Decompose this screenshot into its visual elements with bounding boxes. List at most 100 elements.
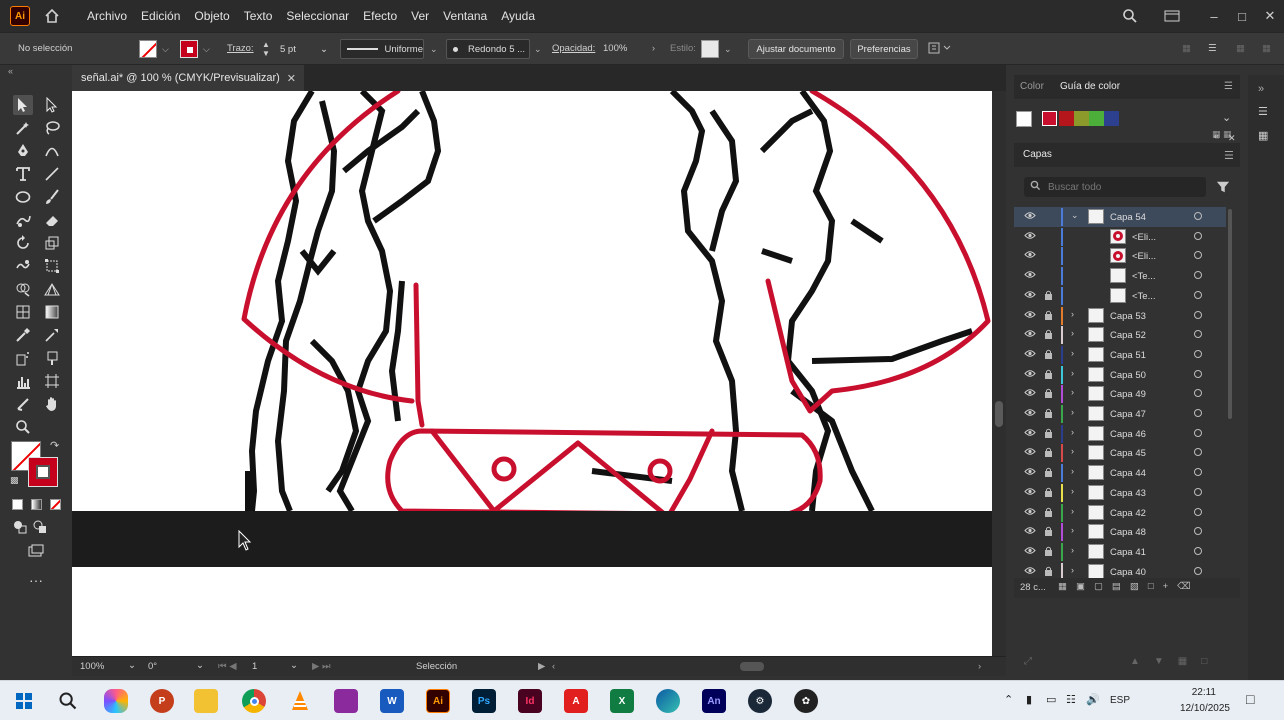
target-icon[interactable] bbox=[1194, 369, 1202, 378]
stroke-label[interactable]: Trazo: bbox=[227, 43, 254, 54]
libraries-icon[interactable]: ▦ bbox=[1258, 129, 1268, 142]
lock-icon[interactable] bbox=[1044, 349, 1053, 362]
visibility-eye-icon[interactable] bbox=[1024, 329, 1036, 341]
target-icon[interactable] bbox=[1194, 428, 1202, 437]
close-panel-icon[interactable]: ✕ bbox=[1228, 133, 1236, 144]
rotation-value[interactable]: 0° bbox=[148, 661, 157, 672]
target-icon[interactable] bbox=[1194, 389, 1202, 398]
gradient-tool-icon[interactable] bbox=[42, 302, 62, 322]
visibility-eye-icon[interactable] bbox=[1024, 447, 1036, 459]
graphic-style-swatch[interactable] bbox=[701, 40, 719, 58]
chevron-right-icon[interactable]: › bbox=[1071, 387, 1074, 397]
chevron-right-icon[interactable]: › bbox=[1071, 446, 1074, 456]
document-setup-button[interactable]: Ajustar documento bbox=[748, 39, 844, 59]
chevron-right-icon[interactable]: › bbox=[1071, 368, 1074, 378]
home-icon[interactable] bbox=[42, 6, 62, 26]
maximize-icon[interactable]: □ bbox=[1228, 4, 1256, 28]
target-icon[interactable] bbox=[1194, 212, 1202, 220]
properties-icon[interactable]: ☰ bbox=[1258, 105, 1268, 118]
edge-icon[interactable] bbox=[656, 689, 680, 713]
panel-icon[interactable]: ☰ bbox=[1208, 43, 1217, 54]
layers-search-input[interactable]: Buscar todo bbox=[1024, 177, 1206, 197]
chevron-down-icon[interactable]: ⌵ bbox=[203, 44, 210, 55]
language-indicator[interactable]: ESP bbox=[1110, 695, 1130, 706]
chevron-down-icon[interactable]: ⌄ bbox=[196, 660, 204, 671]
layer-row[interactable]: › Capa 43 bbox=[1014, 483, 1226, 503]
align-icon[interactable]: ▦ bbox=[1182, 43, 1191, 54]
lasso-tool-icon[interactable] bbox=[42, 118, 62, 138]
stroke-color-swatch[interactable] bbox=[28, 457, 58, 487]
guide-swatch[interactable] bbox=[1089, 111, 1104, 126]
davinci-icon[interactable]: ✿ bbox=[794, 689, 818, 713]
chevron-down-icon[interactable]: ⌄ bbox=[724, 44, 732, 55]
visibility-eye-icon[interactable] bbox=[1024, 250, 1036, 262]
target-icon[interactable] bbox=[1194, 349, 1202, 358]
guide-swatch[interactable] bbox=[1059, 111, 1074, 126]
chevron-right-icon[interactable]: › bbox=[1071, 525, 1074, 535]
layer-row[interactable]: › Capa 48 bbox=[1014, 522, 1226, 542]
collapse-toolbar-icon[interactable]: « bbox=[8, 66, 13, 76]
artboard-canvas[interactable] bbox=[72, 91, 992, 656]
chevron-right-icon[interactable]: › bbox=[1071, 565, 1074, 575]
lock-icon[interactable] bbox=[1044, 408, 1053, 421]
opacity-label[interactable]: Opacidad: bbox=[552, 43, 595, 54]
draw-behind-icon[interactable] bbox=[30, 517, 50, 537]
visibility-eye-icon[interactable] bbox=[1024, 349, 1036, 361]
visibility-eye-icon[interactable] bbox=[1024, 270, 1036, 282]
target-icon[interactable] bbox=[1194, 409, 1202, 417]
layer-row[interactable]: › Capa 45 bbox=[1014, 443, 1226, 463]
target-icon[interactable] bbox=[1194, 271, 1202, 280]
expand-icon[interactable]: ⤢ bbox=[1024, 656, 1032, 667]
visibility-eye-icon[interactable] bbox=[1024, 231, 1036, 243]
indesign-icon[interactable]: Id bbox=[518, 689, 542, 713]
slice-tool-icon[interactable] bbox=[13, 394, 33, 414]
file-explorer-icon[interactable] bbox=[194, 689, 218, 713]
menu-efecto[interactable]: Efecto bbox=[356, 9, 404, 23]
sublayer-row[interactable]: <Te... bbox=[1014, 266, 1226, 286]
visibility-eye-icon[interactable] bbox=[1024, 467, 1036, 479]
acrobat-icon[interactable]: A bbox=[564, 689, 588, 713]
status-menu-icon[interactable]: ▶ bbox=[538, 661, 545, 672]
layer-row[interactable]: › Capa 53 bbox=[1014, 306, 1226, 326]
vertical-scrollbar[interactable] bbox=[992, 91, 1006, 656]
stroke-swatch[interactable] bbox=[180, 40, 198, 58]
free-transform-tool-icon[interactable] bbox=[42, 256, 62, 276]
default-colors-icon[interactable]: ▩ bbox=[10, 475, 19, 486]
target-icon[interactable] bbox=[1194, 507, 1202, 516]
color-mode-icon[interactable] bbox=[12, 499, 23, 510]
chevron-right-icon[interactable]: › bbox=[1071, 309, 1074, 319]
close-tab-icon[interactable]: ✕ bbox=[287, 72, 296, 85]
lock-icon[interactable] bbox=[1044, 388, 1053, 401]
artboard-number[interactable]: 1 bbox=[252, 661, 257, 672]
sublayer-row[interactable]: <Eli... bbox=[1014, 227, 1226, 247]
target-icon[interactable] bbox=[1194, 310, 1202, 319]
opacity-value[interactable]: 100% bbox=[603, 43, 627, 54]
stepper-icon[interactable]: ▲ ▼ bbox=[262, 40, 270, 58]
chevron-down-icon[interactable]: ⌄ bbox=[128, 660, 136, 671]
variable-width-profile[interactable]: Uniforme bbox=[340, 39, 424, 59]
usb-icon[interactable]: ▮ bbox=[1026, 693, 1032, 706]
zoom-tool-icon[interactable] bbox=[13, 417, 33, 437]
excel-icon[interactable]: X bbox=[610, 689, 634, 713]
guide-swatch[interactable] bbox=[1042, 111, 1057, 126]
visibility-eye-icon[interactable] bbox=[1024, 369, 1036, 381]
layer-row[interactable]: › Capa 47 bbox=[1014, 404, 1226, 424]
layer-row[interactable]: › Capa 51 bbox=[1014, 345, 1226, 365]
chrome-icon[interactable] bbox=[242, 689, 266, 713]
display-icon[interactable]: ▭ bbox=[1046, 693, 1056, 706]
horizontal-scroll-thumb[interactable] bbox=[740, 662, 764, 671]
lock-icon[interactable] bbox=[1044, 310, 1053, 323]
sublayer-row[interactable]: <Te... bbox=[1014, 286, 1226, 306]
lock-icon[interactable] bbox=[1044, 526, 1053, 539]
chevron-right-icon[interactable]: › bbox=[1071, 427, 1074, 437]
winrar-icon[interactable] bbox=[334, 689, 358, 713]
menu-ventana[interactable]: Ventana bbox=[436, 9, 494, 23]
arrange-documents-icon[interactable] bbox=[1158, 4, 1186, 28]
menu-archivo[interactable]: Archivo bbox=[80, 9, 134, 23]
layer-row[interactable]: › Capa 41 bbox=[1014, 542, 1226, 562]
shaper-tool-icon[interactable] bbox=[13, 210, 33, 230]
scroll-right-icon[interactable]: › bbox=[978, 661, 981, 672]
brush-definition[interactable]: Redondo 5 ... bbox=[446, 39, 530, 59]
grid-icon[interactable]: ▦ bbox=[1236, 43, 1245, 54]
chevron-down-icon[interactable]: ⌵ bbox=[162, 44, 169, 55]
